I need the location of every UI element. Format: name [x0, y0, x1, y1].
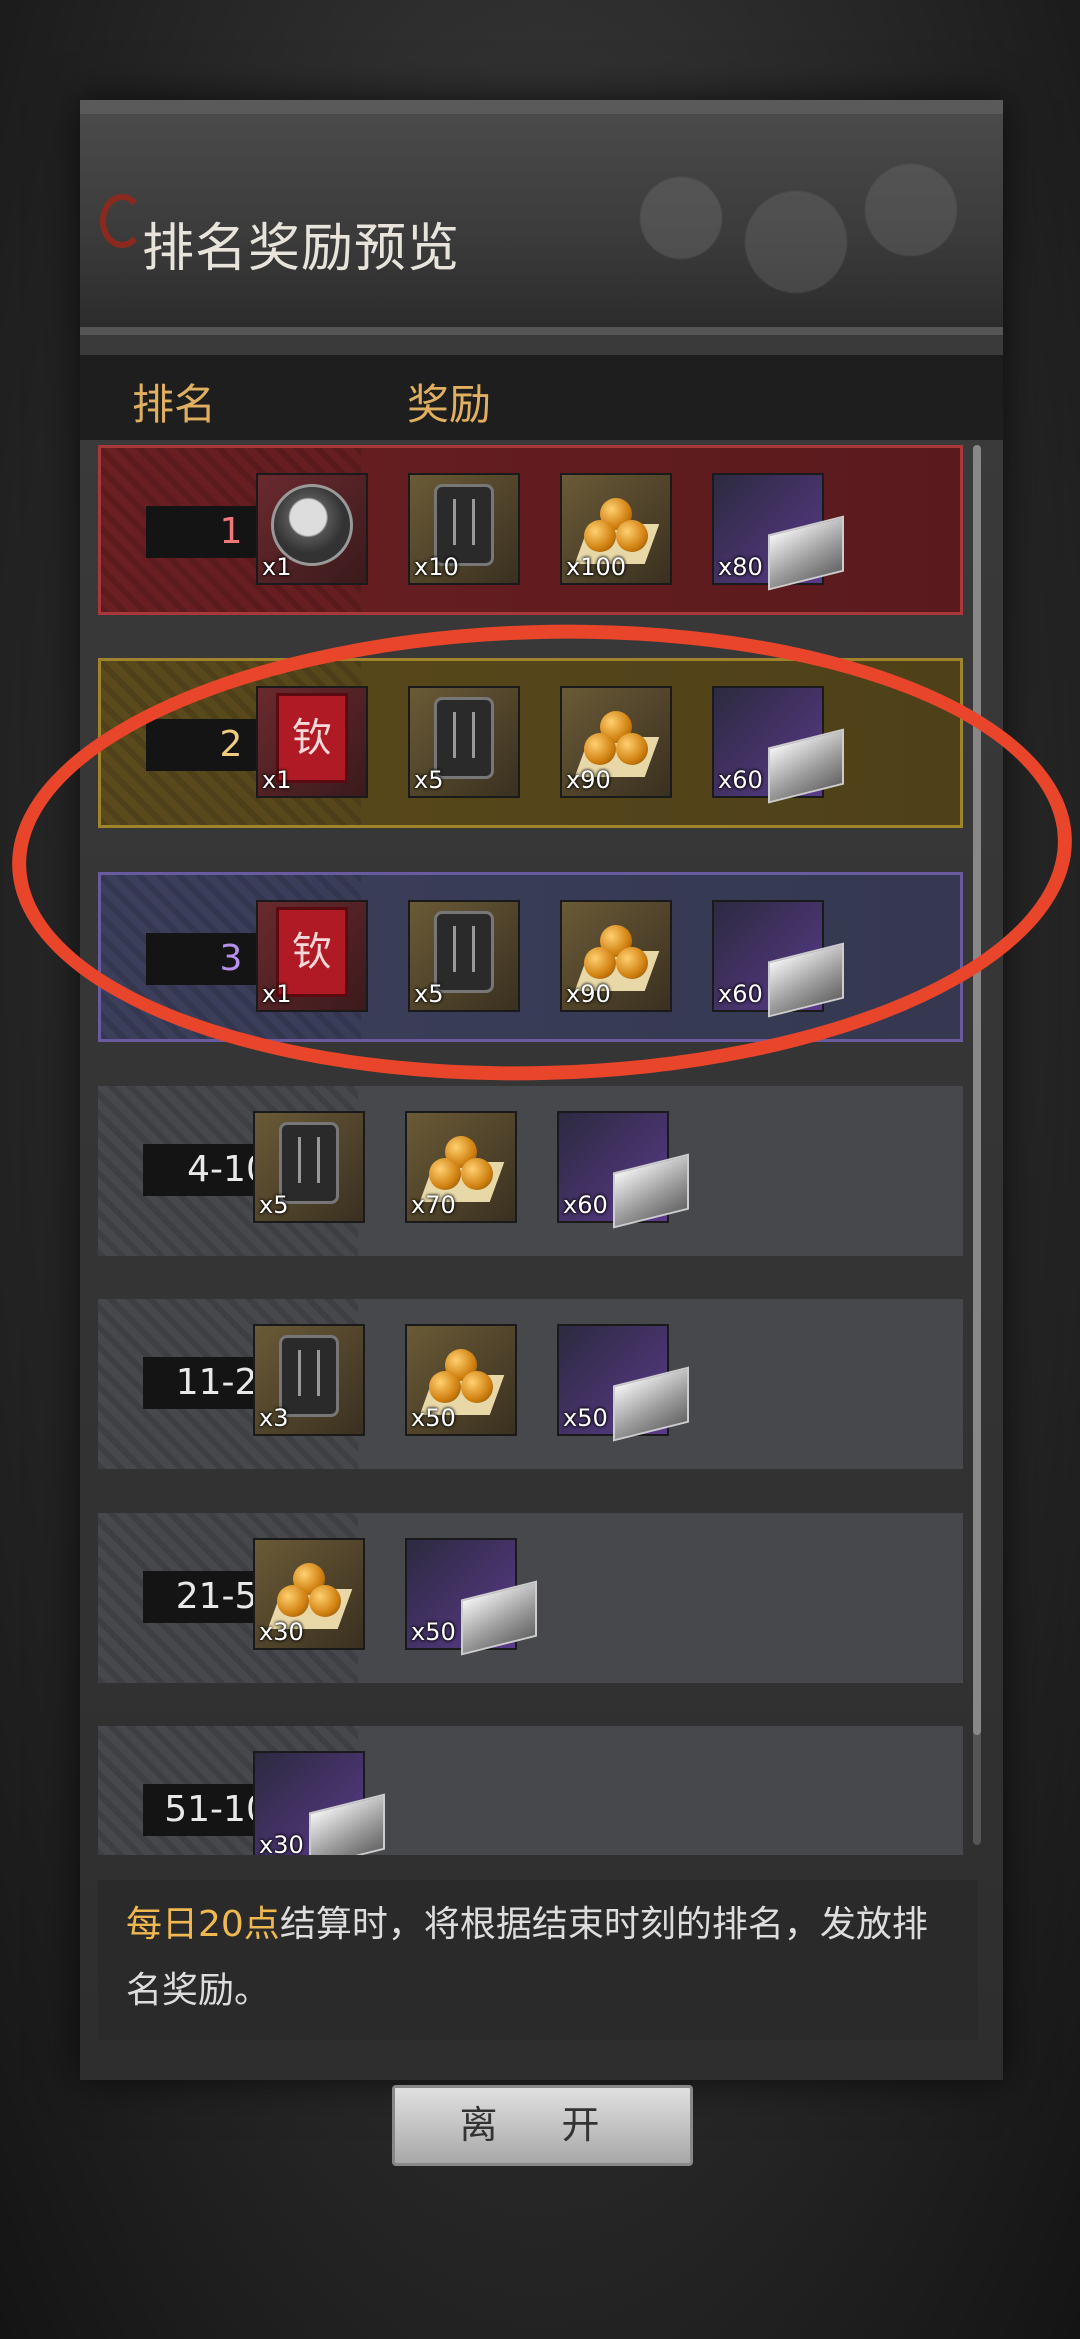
reward-column-header: 奖励 [407, 380, 492, 429]
gold-orbs-icon [419, 1341, 505, 1415]
leave-button[interactable]: 离 开 [392, 2085, 693, 2166]
reward-count: x30 [259, 1831, 304, 1855]
reward-count: x70 [411, 1191, 456, 1219]
silver-ingot-icon [461, 1580, 537, 1656]
gold-orbs-icon [574, 490, 660, 564]
reward-item[interactable]: x50 [405, 1324, 517, 1436]
reward-row: 11-20 x3 x50 x50 [98, 1299, 963, 1469]
cloud-ornament [543, 154, 1003, 314]
reward-count: x1 [262, 553, 292, 581]
reward-count: x5 [259, 1191, 289, 1219]
reward-row: 21-50 x30 x50 [98, 1513, 963, 1683]
reward-count: x50 [411, 1404, 456, 1432]
column-header: 排名 奖励 [80, 355, 1003, 440]
reward-item[interactable]: x50 [557, 1324, 689, 1442]
reward-count: x80 [718, 553, 763, 581]
reward-count: x3 [259, 1404, 289, 1432]
title-swirl-icon [100, 194, 144, 248]
reward-count: x50 [563, 1404, 608, 1432]
reward-count: x100 [566, 553, 627, 581]
reward-count: x60 [563, 1191, 608, 1219]
note-highlight: 每日20点 [126, 1904, 280, 1945]
silver-ingot-icon [613, 1153, 689, 1229]
reward-item[interactable]: x5 [253, 1111, 365, 1223]
silver-ingot-icon [309, 1793, 385, 1855]
settlement-note: 每日20点结算时，将根据结束时刻的排名，发放排名奖励。 [98, 1880, 978, 2040]
reward-item[interactable]: x50 [405, 1538, 537, 1656]
ranking-reward-dialog: 排名奖励预览 排名 奖励 1 x1 x10 x100 x80 2 钦 x1 x5 x90 x60 3 钦… [80, 100, 1003, 2080]
scrollbar-thumb[interactable] [973, 445, 981, 1735]
rank-column-header: 排名 [132, 380, 217, 429]
reward-item[interactable]: x3 [253, 1324, 365, 1436]
reward-row: 1 x1 x10 x100 x80 [98, 445, 963, 615]
gold-orbs-icon [267, 1555, 353, 1629]
reward-item[interactable]: x100 [560, 473, 672, 585]
reward-item[interactable]: x30 [253, 1751, 385, 1855]
reward-count: x10 [414, 553, 459, 581]
reward-item[interactable]: x80 [712, 473, 844, 591]
reward-item[interactable]: x70 [405, 1111, 517, 1223]
reward-count: x30 [259, 1618, 304, 1646]
title-bar: 排名奖励预览 [80, 100, 1003, 335]
silver-ingot-icon [613, 1366, 689, 1442]
reward-item[interactable]: x60 [557, 1111, 689, 1229]
reward-item[interactable]: x30 [253, 1538, 365, 1650]
reward-row: 51-100 x30 [98, 1726, 963, 1855]
reward-row: 4-10 x5 x70 x60 [98, 1086, 963, 1256]
reward-item[interactable]: x10 [408, 473, 520, 585]
silver-ingot-icon [768, 515, 844, 591]
dialog-title: 排名奖励预览 [142, 219, 461, 279]
reward-count: x50 [411, 1618, 456, 1646]
gold-orbs-icon [419, 1128, 505, 1202]
reward-item[interactable]: x1 [256, 473, 368, 585]
